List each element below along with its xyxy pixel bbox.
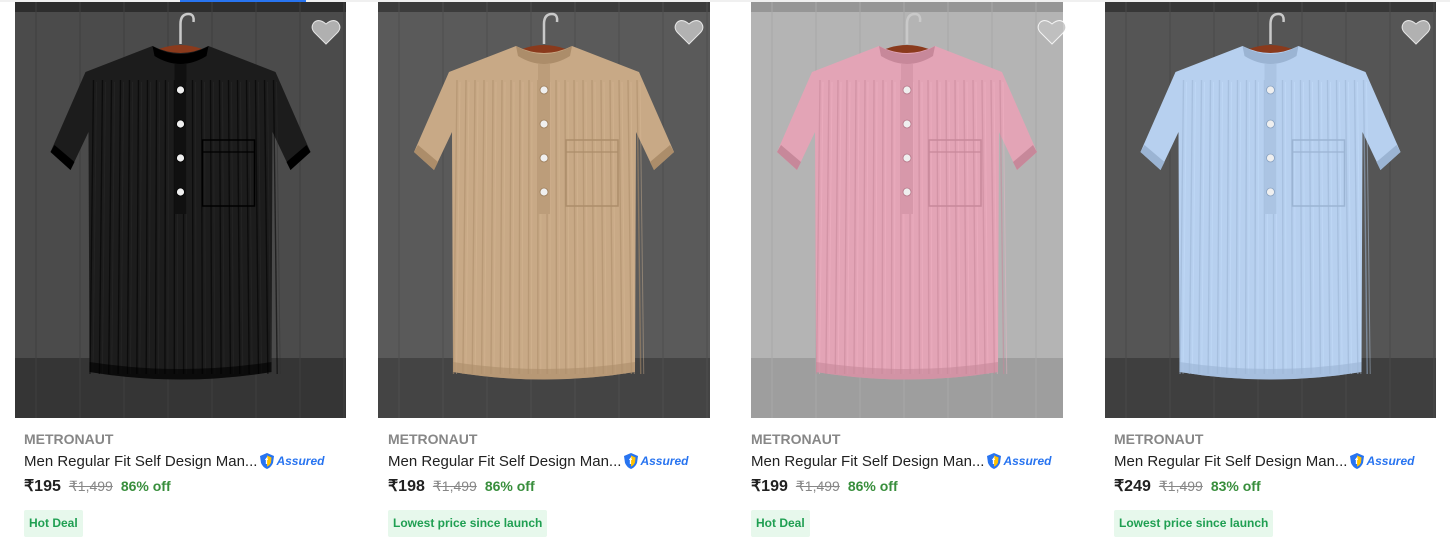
discount-percent: 86% off (847, 478, 898, 494)
assured-badge: f Assured (986, 452, 1051, 470)
wishlist-heart-icon[interactable] (674, 18, 704, 46)
product-image[interactable] (1105, 2, 1436, 418)
product-brand: METRONAUT (1114, 431, 1204, 447)
assured-badge: f Assured (259, 452, 324, 470)
assured-shield-icon: f (624, 453, 639, 469)
assured-badge: f Assured (1349, 452, 1414, 470)
assured-label: Assured (1003, 454, 1052, 468)
product-card[interactable]: METRONAUT Men Regular Fit Self Design Ma… (1105, 2, 1436, 541)
discount-percent: 83% off (1210, 478, 1261, 494)
deal-badge: Hot Deal (751, 510, 810, 537)
assured-shield-icon: f (987, 453, 1002, 469)
deal-badge: Lowest price since launch (1114, 510, 1274, 537)
selling-price: ₹198 (388, 478, 425, 495)
wishlist-heart-icon[interactable] (1401, 18, 1431, 46)
selling-price: ₹195 (24, 478, 61, 495)
original-price: ₹1,499 (1158, 478, 1203, 494)
product-image[interactable] (751, 2, 1063, 418)
discount-percent: 86% off (484, 478, 535, 494)
assured-label: Assured (640, 454, 689, 468)
product-title[interactable]: Men Regular Fit Self Design Man... (1114, 453, 1347, 470)
original-price: ₹1,499 (432, 478, 477, 494)
original-price: ₹1,499 (68, 478, 113, 494)
deal-badge: Lowest price since launch (388, 510, 548, 537)
product-title[interactable]: Men Regular Fit Self Design Man... (751, 453, 984, 470)
product-image[interactable] (15, 2, 346, 418)
discount-percent: 86% off (120, 478, 171, 494)
assured-label: Assured (276, 454, 325, 468)
assured-label: Assured (1366, 454, 1415, 468)
product-card[interactable]: METRONAUT Men Regular Fit Self Design Ma… (751, 2, 1067, 541)
selling-price: ₹199 (751, 478, 788, 495)
product-image[interactable] (378, 2, 710, 418)
original-price: ₹1,499 (795, 478, 840, 494)
assured-badge: f Assured (623, 452, 688, 470)
product-title[interactable]: Men Regular Fit Self Design Man... (388, 453, 621, 470)
wishlist-heart-icon[interactable] (311, 18, 341, 46)
product-card[interactable]: METRONAUT Men Regular Fit Self Design Ma… (15, 2, 346, 541)
product-brand: METRONAUT (24, 431, 114, 447)
assured-shield-icon: f (1350, 453, 1365, 469)
product-brand: METRONAUT (751, 431, 841, 447)
product-grid: METRONAUT Men Regular Fit Self Design Ma… (0, 0, 1450, 541)
wishlist-heart-icon[interactable] (1037, 18, 1067, 46)
product-title[interactable]: Men Regular Fit Self Design Man... (24, 453, 257, 470)
assured-shield-icon: f (260, 453, 275, 469)
selling-price: ₹249 (1114, 478, 1151, 495)
deal-badge: Hot Deal (24, 510, 83, 537)
product-card[interactable]: METRONAUT Men Regular Fit Self Design Ma… (378, 2, 710, 541)
product-brand: METRONAUT (388, 431, 478, 447)
